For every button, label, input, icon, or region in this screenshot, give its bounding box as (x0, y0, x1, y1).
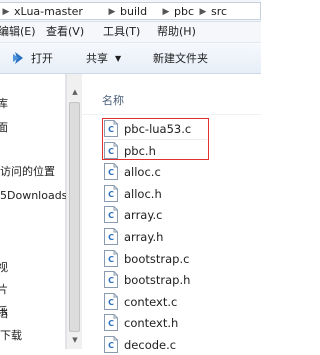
file-name: bootstrap.h (124, 273, 191, 288)
c-header-file-icon: C (104, 271, 118, 289)
file-name: context.h (124, 316, 179, 331)
file-name: pbc-lua53.c (124, 122, 192, 136)
svg-text:C: C (108, 168, 114, 177)
address-bar: ▶ xLua-master ▶ build ▶ pbc ▶ src (0, 0, 261, 22)
file-name: alloc.h (124, 186, 162, 201)
nav-item[interactable]: 库 (0, 96, 8, 112)
menu-help[interactable]: 帮助(H) (157, 25, 196, 39)
scroll-up-arrow-icon[interactable]: ▲ (70, 88, 80, 96)
c-source-file-icon: C (104, 206, 118, 224)
svg-text:C: C (108, 319, 114, 328)
file-row[interactable]: Cdecode.c (102, 335, 262, 355)
menu-tools[interactable]: 工具(T) (103, 25, 140, 39)
nav-item[interactable]: 面 (0, 120, 8, 136)
menu-bar: 编辑(E) 查看(V) 工具(T) 帮助(H) (0, 22, 261, 42)
nav-item-recent-places[interactable]: 访问的位置 (0, 164, 55, 180)
column-header-name[interactable]: 名称 (102, 92, 124, 108)
breadcrumb-xlua-master[interactable]: xLua-master (14, 5, 83, 19)
breadcrumb-src[interactable]: src (211, 5, 227, 19)
file-name: array.h (124, 230, 164, 244)
file-name: decode.c (124, 338, 177, 352)
file-name: alloc.c (124, 165, 161, 180)
c-source-file-icon: C (104, 163, 118, 181)
file-name: context.c (124, 294, 178, 309)
c-source-file-icon: C (104, 120, 118, 137)
share-button[interactable]: 共享 (86, 51, 108, 67)
breadcrumb-build[interactable]: build (120, 5, 147, 19)
c-source-file-icon: C (104, 249, 118, 267)
chevron-down-icon[interactable]: ▼ (115, 51, 121, 67)
c-header-file-icon: C (104, 184, 118, 202)
file-row[interactable]: Carray.c (102, 205, 262, 225)
command-toolbar: 打开 共享 ▼ 新建文件夹 (0, 42, 261, 74)
file-list: 名称 Cpbc-lua53.c Cpbc.h Calloc.c Calloc.h Car… (82, 74, 262, 353)
c-source-file-icon: C (104, 292, 118, 310)
file-row[interactable]: Cbootstrap.h (102, 270, 262, 290)
new-folder-button[interactable]: 新建文件夹 (153, 51, 208, 67)
svg-text:C: C (108, 298, 114, 307)
nav-item-downloads[interactable]: 5Downloads (0, 188, 67, 204)
nav-scrollbar[interactable]: ▲ ▼ (66, 74, 82, 349)
nav-item[interactable]: 乐 (0, 304, 8, 320)
breadcrumb-arrow-icon[interactable]: ▶ (199, 5, 207, 19)
breadcrumb-arrow-icon[interactable]: ▶ (162, 5, 170, 19)
nav-item-downloads-2[interactable]: 下载 (0, 328, 22, 344)
svg-text:C: C (108, 276, 114, 285)
address-box[interactable]: ▶ xLua-master ▶ build ▶ pbc ▶ src (0, 2, 261, 20)
nav-item[interactable]: 片 (0, 282, 8, 298)
file-row[interactable]: Ccontext.h (102, 313, 262, 333)
file-name: array.c (124, 208, 163, 223)
svg-text:C: C (108, 233, 114, 242)
file-row[interactable]: Calloc.c (102, 162, 262, 182)
menu-edit[interactable]: 编辑(E) (0, 25, 36, 39)
file-row[interactable]: Cpbc-lua53.c (102, 119, 262, 139)
c-header-file-icon: C (104, 141, 118, 159)
file-row[interactable]: Calloc.h (102, 184, 262, 204)
file-row[interactable]: Ccontext.c (102, 292, 262, 312)
svg-text:C: C (108, 255, 114, 264)
svg-text:C: C (108, 147, 114, 156)
c-header-file-icon: C (104, 228, 118, 245)
svg-text:C: C (108, 125, 114, 134)
c-header-file-icon: C (104, 314, 118, 332)
file-name: bootstrap.c (124, 251, 190, 266)
open-icon (13, 52, 23, 64)
scrollbar-thumb[interactable] (69, 102, 80, 332)
breadcrumb-arrow-icon[interactable]: ▶ (2, 5, 10, 19)
file-row[interactable]: Cbootstrap.c (102, 249, 262, 269)
navigation-pane: 库 面 访问的位置 5Downloads 视 片 档 乐 下载 (0, 74, 67, 349)
svg-text:C: C (108, 190, 114, 199)
breadcrumb-arrow-icon[interactable]: ▶ (108, 5, 116, 19)
breadcrumb-pbc[interactable]: pbc (174, 5, 194, 19)
file-row[interactable]: Cpbc.h (102, 141, 262, 161)
c-source-file-icon: C (104, 336, 118, 353)
svg-text:C: C (108, 211, 114, 220)
nav-item[interactable]: 视 (0, 260, 8, 276)
menu-view[interactable]: 查看(V) (46, 25, 84, 39)
scroll-down-arrow-icon[interactable]: ▼ (70, 336, 80, 344)
file-name: pbc.h (124, 143, 156, 158)
header-divider (82, 114, 261, 115)
open-button[interactable]: 打开 (31, 51, 53, 67)
file-row[interactable]: Carray.h (102, 227, 262, 247)
